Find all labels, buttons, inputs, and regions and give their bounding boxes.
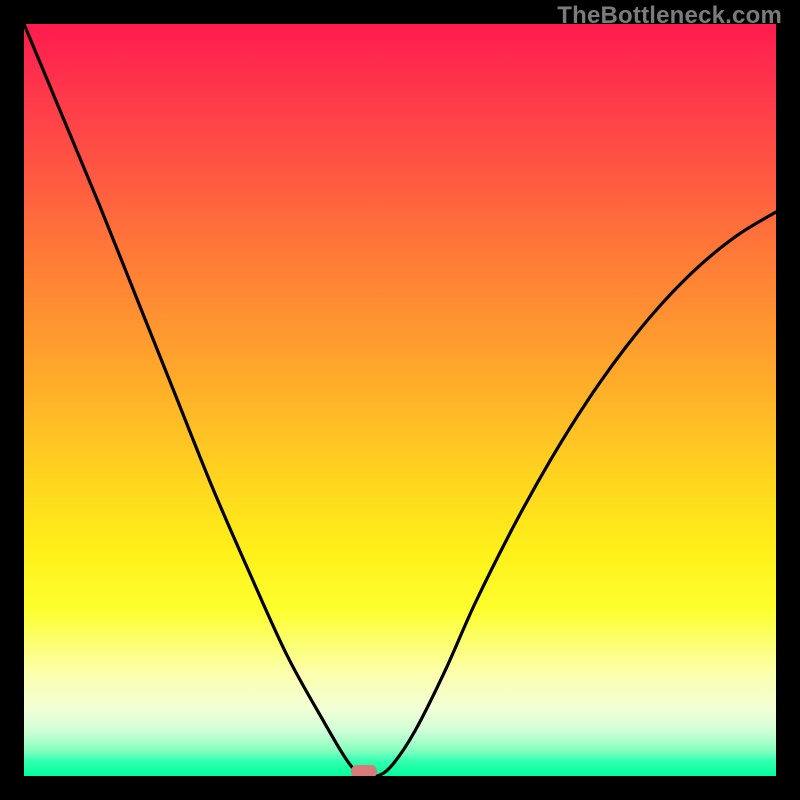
watermark-text: TheBottleneck.com xyxy=(557,2,782,30)
chart-frame: TheBottleneck.com xyxy=(0,0,800,800)
optimum-marker xyxy=(351,765,377,776)
plot-area xyxy=(24,24,776,776)
bottleneck-curve xyxy=(24,24,776,776)
